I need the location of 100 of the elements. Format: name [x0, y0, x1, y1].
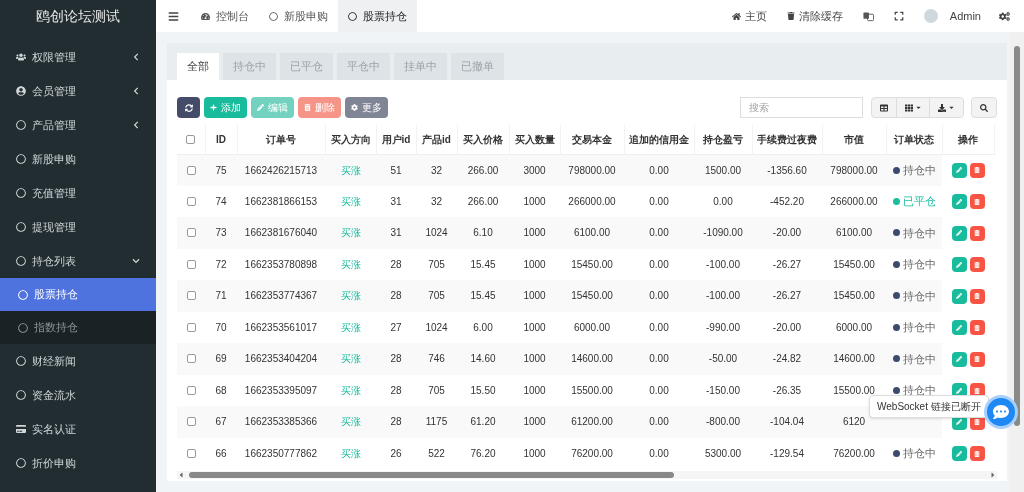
table-cell: 266.00 [467, 164, 499, 176]
table-cell: 76.20 [470, 447, 496, 459]
table-cell: 1000 [523, 227, 546, 239]
table-cell: -129.54 [770, 447, 804, 459]
column-header[interactable]: 买入方向 [330, 133, 371, 145]
table-cell: 14600.00 [833, 353, 875, 365]
table-cell: -20.00 [772, 321, 802, 333]
direction-label: 买涨 [340, 321, 361, 333]
sidebar-item[interactable]: 充值管理 [0, 176, 156, 210]
sidebar-item[interactable]: 折价申购 [0, 446, 156, 480]
status-label: 持仓中 [902, 162, 936, 178]
table-cell: 1662353404204 [244, 353, 318, 365]
page-tab[interactable]: 股票持仓 [338, 0, 417, 32]
column-header[interactable]: 持仓盈亏 [703, 133, 743, 145]
table-cell: -100.00 [706, 290, 740, 302]
sidebar-item[interactable]: 产品管理 [0, 108, 156, 142]
table-cell: -1356.60 [767, 164, 807, 176]
filter-tab[interactable]: 全部 [177, 53, 219, 80]
table-cell: 798000.00 [830, 164, 878, 176]
table-cell: 28 [390, 258, 402, 270]
column-header[interactable]: 交易本金 [572, 133, 612, 145]
table-cell: 76200.00 [571, 447, 613, 459]
direction-label: 买涨 [340, 258, 361, 270]
table-cell: 1000 [523, 416, 546, 428]
user-name[interactable]: Admin [945, 7, 985, 25]
table-cell: 705 [428, 258, 445, 270]
table-cell: 266.00 [467, 195, 499, 207]
table-cell: 6120 [842, 416, 866, 428]
table-cell: 1024 [425, 227, 448, 239]
table-cell: 1000 [523, 258, 546, 270]
table-cell: 28 [390, 416, 402, 428]
table-cell: 1024 [425, 321, 448, 333]
sidebar-item[interactable]: 权限管理 [0, 40, 156, 74]
table-cell: 266000.00 [568, 195, 616, 207]
sidebar-item[interactable]: 实名认证 [0, 412, 156, 446]
column-header[interactable]: 买入数量 [514, 133, 555, 145]
sidebar-item[interactable]: 财经新闻 [0, 344, 156, 378]
column-header[interactable]: 市值 [844, 133, 864, 145]
column-header[interactable]: 手续费过夜费 [757, 133, 817, 145]
column-header[interactable]: 追加的信用金 [629, 133, 689, 145]
home-link[interactable]: 主页 [723, 7, 775, 25]
toast: WebSocket 链接已断开 [869, 395, 989, 418]
table-cell: -100.00 [706, 258, 740, 270]
sidebar-item[interactable]: 持仓列表 [0, 244, 156, 278]
more-button[interactable]: 更多 [345, 97, 388, 118]
table-cell: 28 [390, 353, 402, 365]
table-cell: 5300.00 [704, 447, 742, 459]
column-header[interactable]: ID [216, 133, 226, 145]
table-cell: 0.00 [649, 227, 669, 239]
table-cell: 15.50 [470, 384, 496, 396]
status-label: 持仓中 [902, 383, 936, 398]
table-cell: 0.00 [649, 447, 669, 459]
table-cell: -26.27 [772, 290, 802, 302]
table-cell: -26.35 [772, 384, 802, 396]
table-cell: 15.45 [470, 290, 496, 302]
table-cell: 69 [215, 353, 227, 365]
table-cell: 71 [215, 290, 227, 302]
sidebar-item[interactable]: 资金流水 [0, 378, 156, 412]
table-cell: -104.04 [770, 416, 804, 428]
sidebar-item[interactable]: 会员管理 [0, 74, 156, 108]
column-header[interactable]: 操作 [958, 133, 978, 145]
table-cell: 6100.00 [835, 227, 873, 239]
status-label: 持仓中 [902, 288, 936, 304]
sidebar-item[interactable]: 提现管理 [0, 210, 156, 244]
status-label: 持仓中 [902, 351, 936, 367]
table-cell: -20.00 [772, 227, 802, 239]
table-cell: 0.00 [649, 164, 669, 176]
table-cell: 15450.00 [571, 290, 613, 302]
table-cell: 31 [390, 195, 402, 207]
column-header[interactable]: 用户id [381, 133, 411, 145]
direction-label: 买涨 [340, 164, 361, 176]
table-cell: 15450.00 [833, 258, 875, 270]
table-cell: 73 [215, 227, 227, 239]
column-header[interactable]: 订单号 [266, 133, 296, 145]
table-cell: 31 [390, 227, 402, 239]
table-cell: 1662381676040 [244, 227, 318, 239]
table-cell: 15.45 [470, 258, 496, 270]
status-label: 持仓中 [902, 446, 936, 461]
table-cell: 1500.00 [704, 164, 742, 176]
sidebar-item[interactable]: 新股申购 [0, 142, 156, 176]
search-field[interactable]: 搜索 [740, 97, 863, 118]
table-cell: 1000 [523, 447, 546, 459]
column-header[interactable]: 订单状态 [894, 133, 934, 145]
table-cell: 67 [215, 416, 227, 428]
table-cell: 32 [430, 164, 443, 176]
table-cell: 70 [215, 321, 227, 333]
status-label: 已平仓 [902, 194, 936, 209]
table-cell: 1662381866153 [244, 195, 318, 207]
status-label: 持仓中 [902, 225, 936, 241]
column-header[interactable]: 买入价格 [463, 133, 503, 145]
table-cell: 1000 [523, 353, 546, 365]
table-cell: 15450.00 [571, 258, 613, 270]
direction-label: 买涨 [340, 353, 361, 365]
table-cell: -26.27 [772, 258, 802, 270]
sidebar-subitem[interactable]: 股票持仓 [0, 278, 156, 311]
direction-label: 买涨 [340, 195, 361, 207]
clear-cache-link[interactable]: 清除缓存 [778, 7, 851, 25]
sidebar-subitem[interactable]: 指数持仓 [0, 311, 156, 344]
table-cell: 0.00 [649, 321, 669, 333]
column-header[interactable]: 产品id [422, 133, 451, 145]
